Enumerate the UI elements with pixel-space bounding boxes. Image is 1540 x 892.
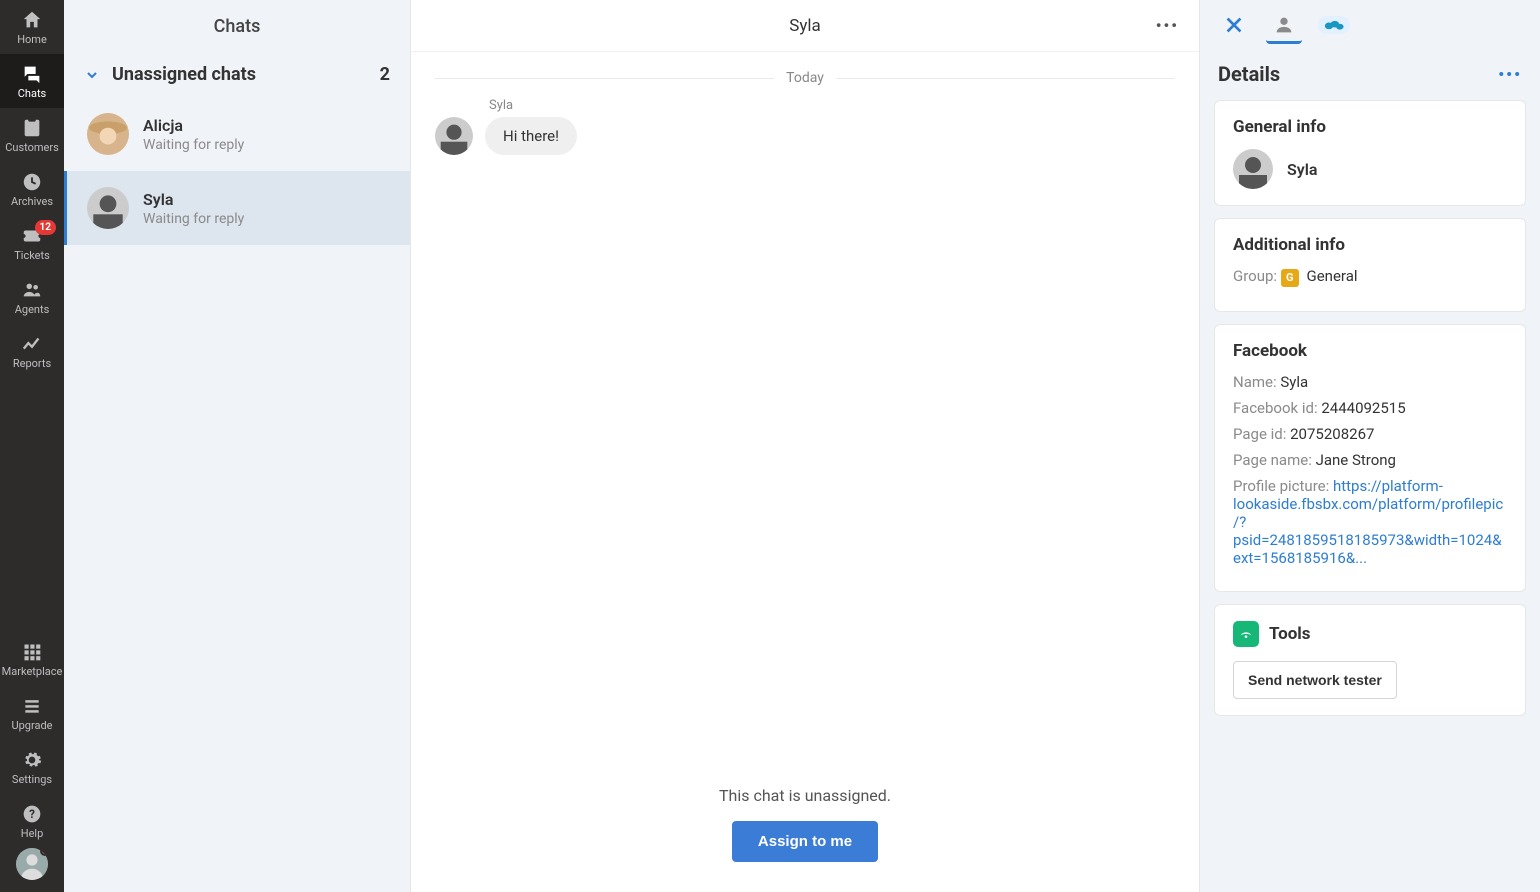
conversation-title: Syla: [789, 16, 821, 36]
customers-icon: [21, 117, 43, 139]
archives-icon: [21, 171, 43, 193]
profile-tab-button[interactable]: [1266, 8, 1302, 44]
chat-group-label: Unassigned chats: [112, 64, 256, 85]
chat-group-count: 2: [380, 64, 390, 85]
assign-to-me-button[interactable]: Assign to me: [732, 821, 878, 862]
page-name-value: Jane Strong: [1316, 451, 1396, 469]
nav-marketplace[interactable]: Marketplace: [0, 632, 64, 686]
chat-list-title: Chats: [64, 0, 410, 52]
general-info-card: General info Syla: [1214, 100, 1526, 206]
conversation-footer: This chat is unassigned. Assign to me: [411, 768, 1199, 892]
nav-marketplace-label: Marketplace: [2, 665, 63, 678]
message-bubble: Hi there!: [485, 117, 577, 155]
agents-icon: [21, 279, 43, 301]
gear-icon: [21, 749, 43, 771]
tools-icon: [1233, 621, 1259, 647]
additional-info-card: Additional info Group: G General: [1214, 218, 1526, 312]
nav-customers-label: Customers: [5, 141, 59, 154]
nav-chats[interactable]: Chats: [0, 54, 64, 108]
tickets-badge: 12: [35, 220, 56, 235]
tools-heading: Tools: [1269, 624, 1311, 644]
avatar: [1233, 149, 1273, 189]
upgrade-icon: [21, 695, 43, 717]
svg-text:?: ?: [29, 807, 35, 821]
details-panel: Details ••• General info Syla Additional…: [1200, 0, 1540, 892]
nav-tickets[interactable]: 12 Tickets: [0, 216, 64, 270]
salesforce-icon: [1318, 16, 1350, 34]
nav-reports-label: Reports: [13, 357, 51, 370]
page-name-label: Page name:: [1233, 451, 1312, 469]
chat-row-syla[interactable]: Syla Waiting for reply: [64, 171, 410, 245]
details-tabs: [1200, 0, 1540, 52]
details-title-row: Details •••: [1200, 52, 1540, 100]
fb-id-value: 2444092515: [1321, 399, 1405, 417]
unassigned-text: This chat is unassigned.: [435, 786, 1175, 805]
home-icon: [21, 9, 43, 31]
nav-archives-label: Archives: [11, 195, 53, 208]
nav-upgrade-label: Upgrade: [11, 719, 52, 732]
chat-row-name: Syla: [143, 190, 244, 209]
chat-row-status: Waiting for reply: [143, 211, 244, 227]
salesforce-tab-button[interactable]: [1316, 8, 1352, 44]
page-id-value: 2075208267: [1290, 425, 1374, 443]
chat-row-name: Alicja: [143, 116, 244, 135]
group-badge-icon: G: [1281, 269, 1299, 287]
marketplace-icon: [21, 641, 43, 663]
chat-row-alicja[interactable]: Alicja Waiting for reply: [64, 97, 410, 171]
nav-rail: Home Chats Customers Archives 12 Tickets…: [0, 0, 64, 892]
group-label: Group:: [1233, 267, 1277, 285]
conversation-header: Syla •••: [411, 0, 1199, 52]
fb-id-label: Facebook id:: [1233, 399, 1318, 417]
chat-group-header[interactable]: Unassigned chats 2: [64, 52, 410, 97]
help-icon: ?: [21, 803, 43, 825]
conversation-panel: Syla ••• Today Syla Hi there! This chat …: [411, 0, 1200, 892]
send-network-tester-button[interactable]: Send network tester: [1233, 661, 1397, 699]
nav-customers[interactable]: Customers: [0, 108, 64, 162]
nav-help-label: Help: [21, 827, 44, 840]
details-more-button[interactable]: •••: [1498, 65, 1522, 84]
nav-tickets-label: Tickets: [14, 249, 50, 262]
nav-help[interactable]: ? Help: [0, 794, 64, 848]
details-title: Details: [1218, 62, 1280, 86]
avatar: [435, 117, 473, 155]
group-value: General: [1307, 267, 1358, 285]
status-dot-icon: [40, 848, 48, 856]
tools-card: Tools Send network tester: [1214, 604, 1526, 716]
avatar: [87, 187, 129, 229]
additional-info-heading: Additional info: [1233, 235, 1507, 255]
message-sender: Syla: [489, 98, 1175, 113]
nav-chats-label: Chats: [18, 87, 46, 100]
more-menu-button[interactable]: •••: [1156, 16, 1179, 35]
nav-home[interactable]: Home: [0, 0, 64, 54]
date-label: Today: [786, 70, 824, 86]
chat-list-panel: Chats Unassigned chats 2 Alicja Waiting …: [64, 0, 411, 892]
fb-name-label: Name:: [1233, 373, 1277, 391]
general-info-name: Syla: [1287, 160, 1317, 179]
facebook-heading: Facebook: [1233, 341, 1507, 361]
date-separator: Today: [435, 70, 1175, 86]
nav-reports[interactable]: Reports: [0, 324, 64, 378]
nav-settings-label: Settings: [12, 773, 52, 786]
nav-agents[interactable]: Agents: [0, 270, 64, 324]
chat-row-status: Waiting for reply: [143, 137, 244, 153]
chat-icon: [21, 63, 43, 85]
nav-user-avatar[interactable]: [16, 848, 48, 880]
nav-settings[interactable]: Settings: [0, 740, 64, 794]
general-info-heading: General info: [1233, 117, 1507, 137]
message-row: Hi there!: [435, 117, 1175, 155]
facebook-card: Facebook Name: Syla Facebook id: 2444092…: [1214, 324, 1526, 592]
nav-agents-label: Agents: [15, 303, 50, 316]
profile-pic-label: Profile picture:: [1233, 477, 1329, 495]
chevron-down-icon: [84, 67, 100, 83]
nav-home-label: Home: [17, 33, 47, 46]
close-tab-button[interactable]: [1216, 8, 1252, 44]
nav-upgrade[interactable]: Upgrade: [0, 686, 64, 740]
conversation-body: Today Syla Hi there!: [411, 52, 1199, 768]
nav-archives[interactable]: Archives: [0, 162, 64, 216]
avatar: [87, 113, 129, 155]
page-id-label: Page id:: [1233, 425, 1286, 443]
reports-icon: [21, 333, 43, 355]
fb-name-value: Syla: [1280, 373, 1308, 391]
